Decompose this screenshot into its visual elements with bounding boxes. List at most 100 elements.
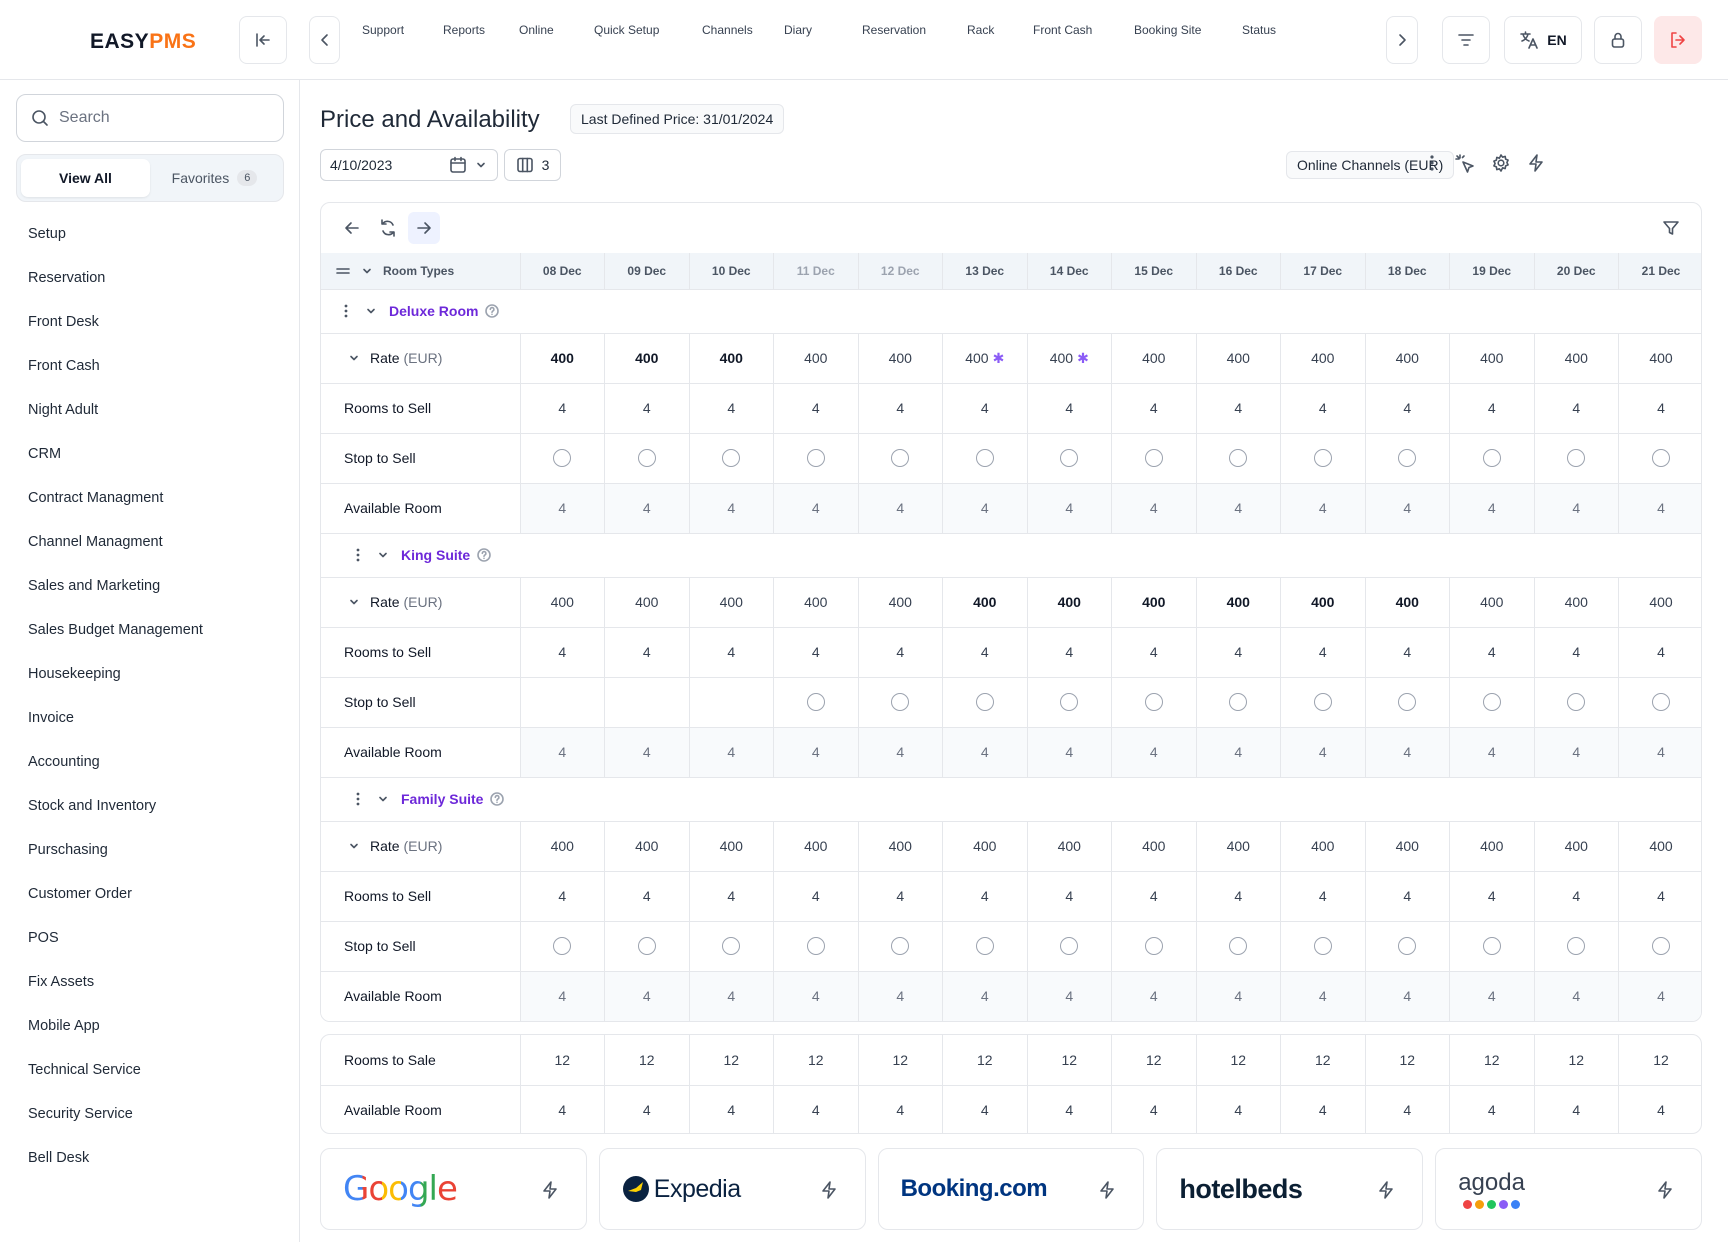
nav-reports[interactable]: Reports: [443, 18, 485, 37]
rate-cell[interactable]: 400: [1195, 333, 1281, 384]
sidebar-item-sales-and-marketing[interactable]: Sales and Marketing: [16, 564, 286, 608]
stop-sell-radio[interactable]: [1144, 449, 1163, 468]
sidebar-item-purschasing[interactable]: Purschasing: [16, 828, 286, 872]
stop-sell-radio[interactable]: [891, 449, 910, 468]
sidebar-item-bell-desk[interactable]: Bell Desk: [16, 1136, 286, 1180]
rate-cell[interactable]: 400: [1280, 577, 1365, 628]
rate-cell[interactable]: 400: [1111, 333, 1196, 384]
rate-cell[interactable]: 400: [1449, 821, 1534, 872]
rate-cell[interactable]: 400: [688, 821, 774, 872]
chevron-down-icon[interactable]: [348, 840, 360, 852]
sidebar-item-housekeeping[interactable]: Housekeeping: [16, 652, 286, 696]
app-logo[interactable]: EASYPMS: [90, 30, 196, 54]
nav-reservation[interactable]: Reservation: [862, 18, 926, 37]
rooms-to-sell-cell[interactable]: 4: [688, 627, 774, 678]
rate-cell[interactable]: 400: [1618, 577, 1701, 628]
stop-sell-radio[interactable]: [1398, 693, 1417, 712]
previous-period-button[interactable]: [336, 212, 368, 244]
lock-button[interactable]: [1594, 16, 1642, 64]
stop-sell-radio[interactable]: [1482, 693, 1501, 712]
rate-cell[interactable]: 400: [604, 821, 689, 872]
rate-cell[interactable]: 400 ✱: [1026, 333, 1112, 384]
sidebar-item-customer-order[interactable]: Customer Order: [16, 872, 286, 916]
rooms-to-sell-cell[interactable]: 4: [519, 383, 605, 434]
rate-cell[interactable]: 400 ✱: [942, 333, 1027, 384]
stop-sell-radio[interactable]: [1567, 693, 1586, 712]
rate-cell[interactable]: 400: [604, 333, 689, 384]
filter-menu-button[interactable]: [1442, 16, 1490, 64]
rooms-to-sell-cell[interactable]: 4: [857, 627, 943, 678]
stop-sell-radio[interactable]: [553, 449, 572, 468]
nav-quick-setup[interactable]: Quick Setup: [594, 18, 659, 37]
chevron-down-icon[interactable]: [361, 265, 373, 277]
rooms-to-sell-cell[interactable]: 4: [1618, 383, 1701, 434]
kebab-icon[interactable]: [351, 791, 365, 807]
stop-sell-radio[interactable]: [1652, 937, 1670, 956]
rooms-to-sell-cell[interactable]: 4: [773, 383, 858, 434]
room-type-name[interactable]: Family Suite: [401, 791, 483, 807]
rate-cell[interactable]: 400: [519, 333, 605, 384]
stop-sell-radio[interactable]: [975, 449, 994, 468]
tab-favorites[interactable]: Favorites 6: [150, 159, 279, 197]
stop-sell-radio[interactable]: [1313, 693, 1332, 712]
grid-filter-button[interactable]: [1655, 212, 1687, 244]
chevron-down-icon[interactable]: [348, 596, 360, 608]
rate-cell[interactable]: 400: [1026, 821, 1112, 872]
tab-view-all[interactable]: View All: [21, 159, 150, 197]
rate-cell[interactable]: 400: [519, 577, 605, 628]
rate-cell[interactable]: 400: [1195, 577, 1281, 628]
language-button[interactable]: EN: [1504, 16, 1582, 64]
rooms-to-sell-cell[interactable]: 4: [1280, 383, 1365, 434]
columns-selector[interactable]: 3: [504, 149, 561, 181]
rooms-to-sell-cell[interactable]: 4: [1364, 383, 1450, 434]
nav-diary[interactable]: Diary: [784, 18, 812, 37]
help-icon[interactable]: [489, 791, 505, 807]
date-header[interactable]: 15 Dec: [1111, 253, 1196, 290]
next-period-button[interactable]: [408, 212, 440, 244]
sidebar-item-security-service[interactable]: Security Service: [16, 1092, 286, 1136]
date-header[interactable]: 12 Dec: [857, 253, 943, 290]
sidebar-item-night-adult[interactable]: Night Adult: [16, 388, 286, 432]
rooms-to-sell-cell[interactable]: 4: [604, 871, 689, 922]
rate-cell[interactable]: 400: [688, 577, 774, 628]
sidebar-item-fix-assets[interactable]: Fix Assets: [16, 960, 286, 1004]
rooms-to-sell-cell[interactable]: 4: [1111, 871, 1196, 922]
stop-sell-radio[interactable]: [1144, 693, 1163, 712]
stop-sell-radio[interactable]: [975, 693, 994, 712]
rooms-to-sell-cell[interactable]: 4: [1364, 871, 1450, 922]
rate-cell[interactable]: 400: [942, 821, 1027, 872]
nav-support[interactable]: Support: [362, 18, 404, 37]
more-options-button[interactable]: [1422, 153, 1442, 173]
rate-cell[interactable]: 400: [1533, 333, 1619, 384]
rooms-to-sell-cell[interactable]: 4: [857, 383, 943, 434]
date-header[interactable]: 08 Dec: [519, 253, 605, 290]
rate-label[interactable]: Rate (EUR): [321, 333, 520, 384]
rate-cell[interactable]: 400: [1618, 333, 1701, 384]
rate-cell[interactable]: 400: [942, 577, 1027, 628]
stop-sell-radio[interactable]: [1060, 937, 1079, 956]
stop-sell-radio[interactable]: [1313, 937, 1332, 956]
channel-card-agoda[interactable]: agoda: [1435, 1148, 1702, 1230]
channel-sync-button[interactable]: [1655, 1180, 1675, 1200]
stop-sell-radio[interactable]: [1567, 937, 1586, 956]
sidebar-item-invoice[interactable]: Invoice: [16, 696, 286, 740]
rate-cell[interactable]: 400: [773, 821, 858, 872]
nav-online[interactable]: Online: [519, 18, 554, 37]
date-header[interactable]: 17 Dec: [1280, 253, 1365, 290]
stop-sell-radio[interactable]: [891, 937, 910, 956]
rooms-to-sell-cell[interactable]: 4: [519, 627, 605, 678]
rate-cell[interactable]: 400: [1111, 821, 1196, 872]
rooms-to-sell-cell[interactable]: 4: [1449, 627, 1534, 678]
sidebar-item-contract-managment[interactable]: Contract Managment: [16, 476, 286, 520]
date-header[interactable]: 21 Dec: [1618, 253, 1701, 290]
rooms-to-sell-cell[interactable]: 4: [604, 627, 689, 678]
stop-sell-radio[interactable]: [1652, 693, 1670, 712]
logout-button[interactable]: [1654, 16, 1702, 64]
quick-action-button[interactable]: [1526, 153, 1546, 173]
stop-sell-radio[interactable]: [806, 449, 825, 468]
rate-cell[interactable]: 400: [1449, 333, 1534, 384]
rate-cell[interactable]: 400: [1280, 333, 1365, 384]
rooms-to-sell-cell[interactable]: 4: [519, 871, 605, 922]
date-header[interactable]: 13 Dec: [942, 253, 1027, 290]
rooms-to-sell-cell[interactable]: 4: [1111, 383, 1196, 434]
